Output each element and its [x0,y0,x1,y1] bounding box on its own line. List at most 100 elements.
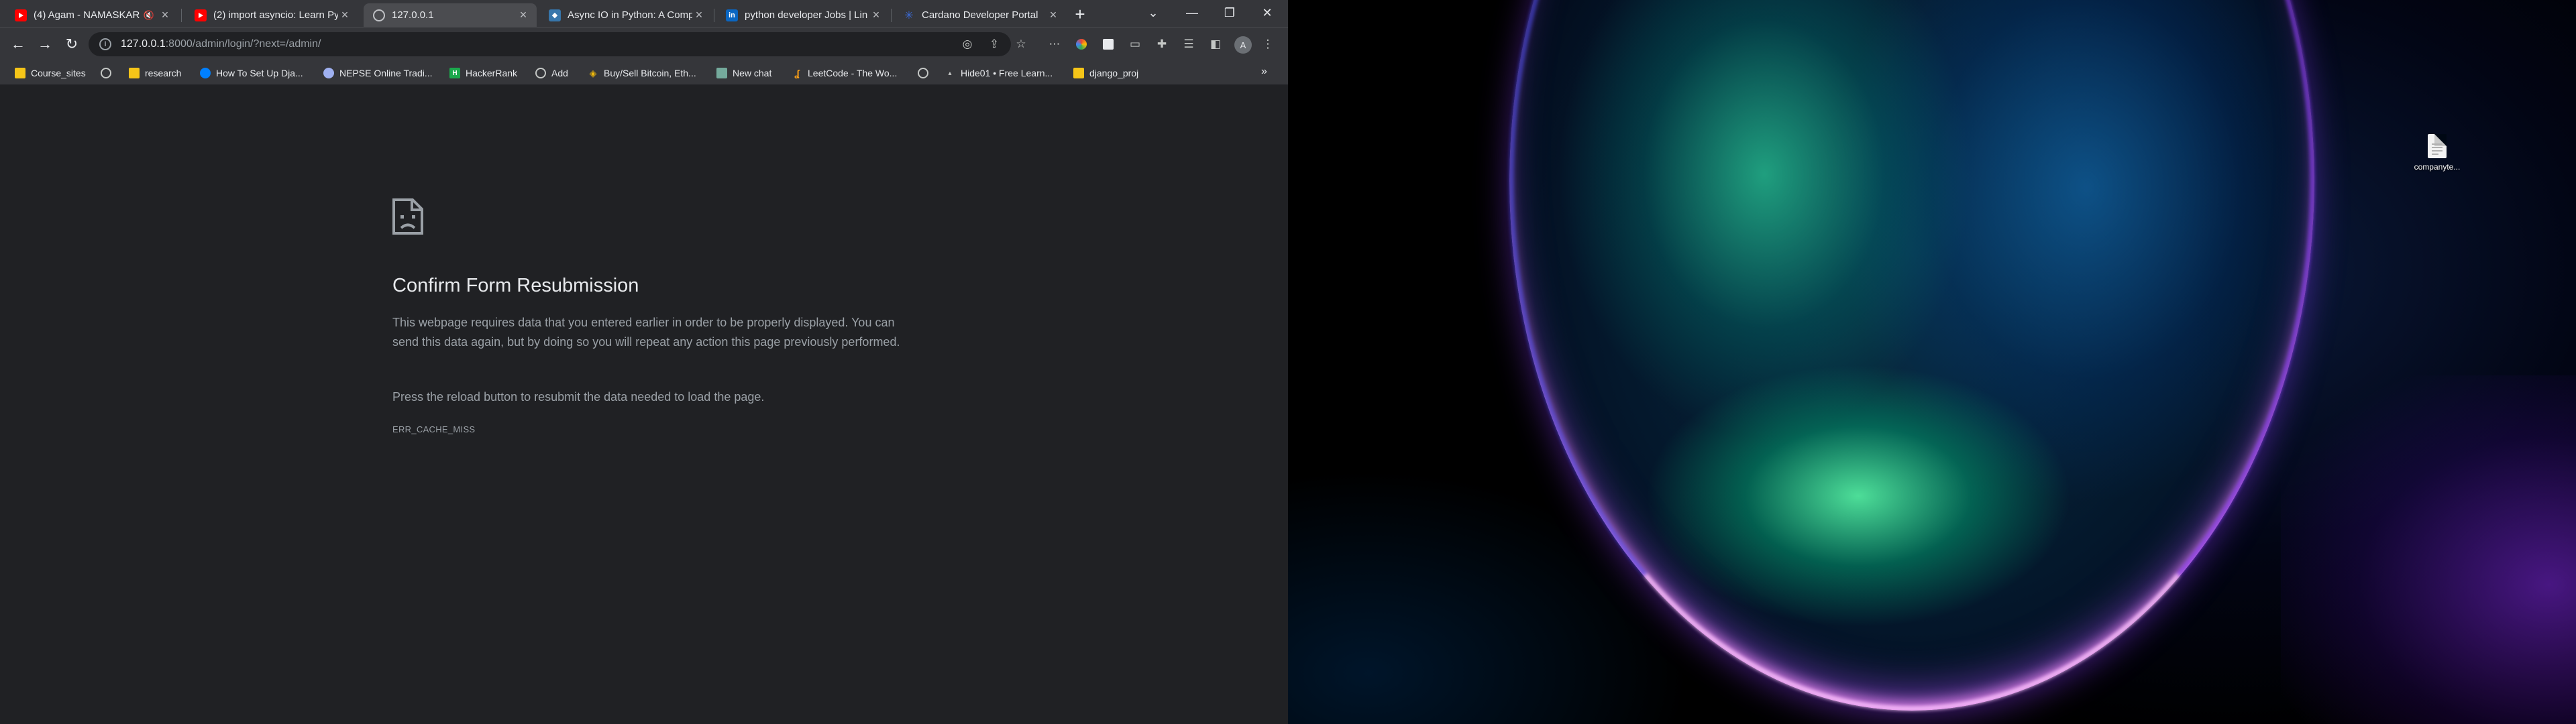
bookmark-label: HackerRank [466,68,518,78]
speaker-muted-icon[interactable]: 🔇 [144,10,154,21]
bookmark-add[interactable]: Add [535,66,568,80]
error-code: ERR_CACHE_MISS [392,424,476,434]
bookmark-django-proj[interactable]: django_proj [1073,66,1138,80]
globe-icon [535,68,546,78]
share-icon[interactable]: ⇪ [986,36,1002,52]
menu-kebab-icon[interactable]: ⋮ [1260,36,1276,52]
close-icon[interactable]: × [869,8,883,22]
new-tab-button[interactable]: + [1070,4,1090,24]
tab-import-asyncio[interactable]: (2) import asyncio: Learn Py × [185,3,358,27]
color-picker-extension-icon[interactable] [1073,36,1089,52]
screen-capture-icon[interactable]: ▭ [1127,36,1143,52]
bookmark-label: Buy/Sell Bitcoin, Eth... [604,68,696,78]
bookmark-globe-2[interactable] [918,66,934,80]
bookmark-leetcode[interactable]: ʆ LeetCode - The Wo... [792,66,897,80]
close-icon[interactable]: × [1046,8,1060,22]
browser-window: (4) Agam - NAMASKAR 🔇 × (2) import async… [0,0,1288,724]
browser-toolbar: ← → ↻ i 127.0.0.1:8000/admin/login/?next… [0,27,1288,60]
info-icon[interactable]: i [99,38,111,50]
tab-cardano-portal[interactable]: ✳ Cardano Developer Portal × [894,3,1067,27]
globe-icon [918,68,928,78]
close-icon[interactable]: × [338,8,352,22]
bookmark-label: How To Set Up Dja... [216,68,303,78]
extension-dots-icon[interactable]: ⋯ [1046,36,1063,52]
youtube-icon [195,9,207,21]
url-host: 127.0.0.1 [121,38,166,50]
bookmark-new-chat[interactable]: New chat [716,66,771,80]
bookmark-django-setup[interactable]: How To Set Up Dja... [200,66,303,80]
sad-page-icon [392,198,423,235]
leetcode-icon: ʆ [794,68,800,78]
bookmark-hide01[interactable]: ▴ Hide01 • Free Learn... [945,66,1053,80]
reading-list-icon[interactable]: ☰ [1181,36,1197,52]
wallpaper-glow-right [2281,375,2576,724]
chevron-down-icon: ⌄ [1148,5,1159,19]
bookmark-label: New chat [733,68,772,78]
bookmark-hackerrank[interactable]: H HackerRank [449,66,517,80]
tab-title: python developer Jobs | Lin [745,9,868,21]
bookmark-course-sites[interactable]: Course_sites [15,66,86,80]
bookmark-label: Add [551,68,568,78]
bookmark-globe[interactable] [101,66,117,80]
chatgpt-icon [716,68,727,78]
puzzle-icon[interactable]: ✚ [1154,36,1170,52]
forward-button[interactable]: → [35,34,55,54]
error-description: This webpage requires data that you ente… [392,316,900,349]
tab-title: Cardano Developer Portal [922,9,1038,21]
close-icon[interactable]: × [692,8,706,22]
cardano-icon: ✳ [904,9,914,21]
reload-icon: ↻ [65,36,78,52]
python-icon: ◆ [549,9,561,21]
tab-search-button[interactable]: ⌄ [1138,1,1169,24]
address-bar[interactable]: i 127.0.0.1:8000/admin/login/?next=/admi… [89,32,1011,56]
bookmark-label: django_proj [1089,68,1139,78]
arrow-left-icon: ← [11,36,25,52]
plus-icon: + [1075,3,1085,24]
bookmarks-overflow-button[interactable]: » [1261,66,1267,78]
desktop-file-icon[interactable]: companyte... [2407,134,2467,172]
minimize-button[interactable]: — [1177,1,1208,24]
tab-localhost[interactable]: 127.0.0.1 × [364,3,537,27]
binance-icon: ◈ [589,67,597,78]
close-window-button[interactable]: ✕ [1252,1,1283,24]
tab-separator [181,9,182,22]
bookmark-star-icon[interactable]: ☆ [1013,36,1029,52]
profile-initial: A [1240,40,1246,50]
hackerrank-icon: H [449,68,460,78]
tab-title: Async IO in Python: A Comp [568,9,692,21]
tab-async-io-python[interactable]: ◆ Async IO in Python: A Comp × [539,3,712,27]
error-title: Confirm Form Resubmission [392,275,639,296]
youtube-icon [15,9,27,21]
nepse-icon [323,68,334,78]
close-icon[interactable]: × [517,8,530,22]
folder-icon [1073,68,1084,78]
bookmark-research[interactable]: research [129,66,181,80]
reload-button[interactable]: ↻ [62,34,82,54]
folder-icon [15,68,25,78]
bookmark-label: Course_sites [31,68,86,78]
text-file-icon [2428,134,2447,158]
bookmark-binance[interactable]: ◈ Buy/Sell Bitcoin, Eth... [588,66,696,80]
back-button[interactable]: ← [8,34,28,54]
desktop-wallpaper: companyte... [1288,0,2576,724]
tab-separator [891,9,892,22]
side-panel-icon[interactable]: ◧ [1208,36,1224,52]
restore-button[interactable]: ❐ [1214,1,1245,24]
extension-icon[interactable] [1100,36,1116,52]
double-chevron-icon: » [1261,66,1267,77]
globe-icon [373,9,385,21]
digitalocean-icon [200,68,211,78]
lock-icon: ▴ [948,69,952,77]
google-lens-icon[interactable]: ◎ [959,36,975,52]
profile-avatar[interactable]: A [1234,36,1252,54]
tab-linkedin-jobs[interactable]: in python developer Jobs | Lin × [716,3,890,27]
bookmark-label: research [145,68,182,78]
error-page: Confirm Form Resubmission This webpage r… [0,86,1288,724]
error-hint: Press the reload button to resubmit the … [392,390,765,404]
restore-icon: ❐ [1224,5,1236,19]
bookmark-label: NEPSE Online Tradi... [339,68,433,78]
bookmark-nepse[interactable]: NEPSE Online Tradi... [323,66,433,80]
close-icon[interactable]: × [158,8,172,22]
bookmarks-bar: Course_sites research How To Set Up Dja.… [0,60,1288,85]
tab-agam[interactable]: (4) Agam - NAMASKAR 🔇 × [5,3,178,27]
